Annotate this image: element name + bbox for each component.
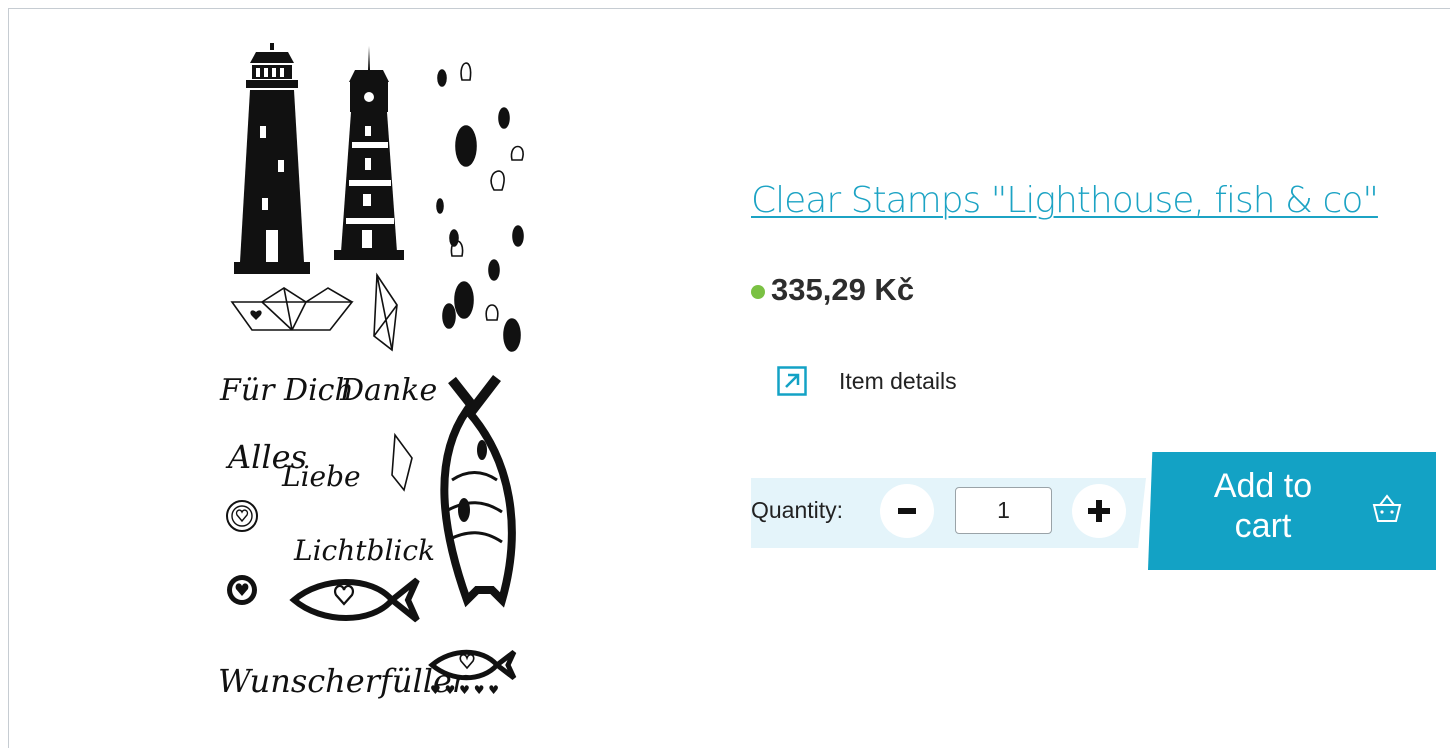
script-words-stamp: Für Dich Danke Alles Liebe Lichtblick Wu… [218,373,469,700]
svg-text:Lichtblick: Lichtblick [293,534,435,567]
svg-text:Danke: Danke [339,373,437,408]
quantity-input[interactable] [955,487,1052,534]
price-row: 335,29 Kč [751,272,914,308]
item-details-label: Item details [839,367,957,394]
in-stock-dot [751,285,765,299]
heart-circle-stamps [226,500,258,605]
product-image[interactable]: Für Dich Danke Alles Liebe Lichtblick Wu… [212,30,542,710]
svg-text:Liebe: Liebe [281,460,361,493]
svg-text:♥ ♥ ♥ ♥ ♥: ♥ ♥ ♥ ♥ ♥ [430,683,499,697]
add-to-cart-label: Add to cart [1213,467,1313,545]
big-fish-stamp [440,374,516,608]
quantity-decrease-button[interactable] [880,484,934,538]
small-fish-stamps [436,69,524,352]
product-price: 335,29 Kč [771,272,915,307]
basket-icon [1372,494,1402,522]
minus-icon [898,508,916,514]
add-to-cart-button[interactable]: Add to cart [1148,452,1436,570]
tiny-hearts-stamp: ♥ ♥ ♥ ♥ ♥ [430,683,499,697]
quantity-label: Quantity: [751,497,844,523]
lighthouse-stamp-right [334,46,404,260]
plus-icon [1088,500,1110,522]
quantity-increase-button[interactable] [1072,484,1126,538]
svg-text:Für Dich: Für Dich [219,373,354,408]
external-link-icon [777,366,807,396]
product-title-link[interactable]: Clear Stamps "Lighthouse, fish & co" [751,180,1379,221]
item-details-link[interactable]: Item details [777,366,957,396]
